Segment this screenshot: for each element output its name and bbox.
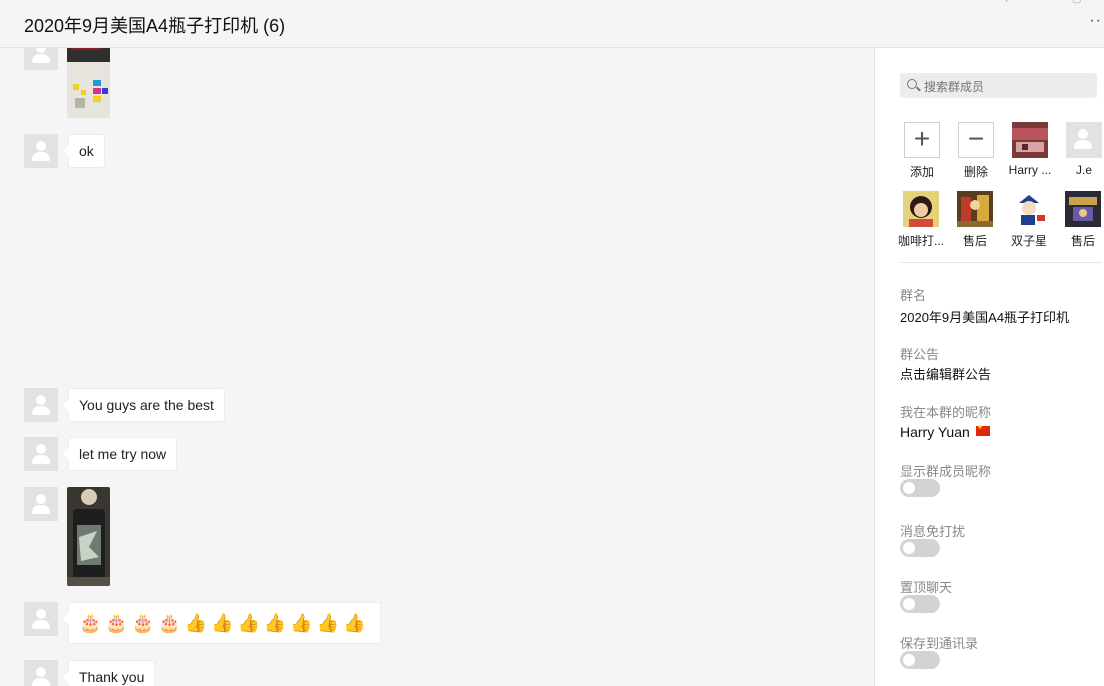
member-search-input[interactable] xyxy=(922,73,1096,100)
avatar[interactable] xyxy=(24,602,58,636)
my-nickname-label: 我在本群的昵称 xyxy=(900,405,992,420)
toggle-label: 保存到通讯录 xyxy=(900,636,979,651)
divider xyxy=(900,262,1102,263)
search-icon xyxy=(907,79,917,89)
emoji-sequence: 🎂🎂🎂🎂👍👍👍👍👍👍👍 xyxy=(79,613,370,633)
avatar xyxy=(1011,191,1047,227)
toggle-label: 显示群成员昵称 xyxy=(900,464,992,479)
message-row xyxy=(24,48,110,118)
member-label: Harry ... xyxy=(1008,163,1052,177)
china-flag-icon xyxy=(975,423,990,436)
title-bar: 2020年9月美国A4瓶子打印机 (6) ▾ — ▢ ·· xyxy=(0,0,1104,48)
message-row: You guys are the best xyxy=(24,388,225,422)
window-controls: ▾ — ▢ xyxy=(1004,0,1084,6)
my-nickname-row[interactable]: Harry Yuan xyxy=(900,423,990,440)
announcement-value[interactable]: 点击编辑群公告 xyxy=(900,364,991,383)
member-label: 添加 xyxy=(909,165,934,179)
toggle-label: 消息免打扰 xyxy=(900,524,966,539)
emoji-message[interactable]: 🎂🎂🎂🎂👍👍👍👍👍👍👍 xyxy=(63,602,381,644)
image-message[interactable] xyxy=(67,48,110,118)
member-label: J.e xyxy=(1075,163,1092,177)
more-options-icon[interactable]: ·· xyxy=(1089,12,1102,30)
member-coffee[interactable]: 咖啡打... xyxy=(894,191,948,249)
message-bubble[interactable]: You guys are the best xyxy=(63,388,225,422)
avatar[interactable] xyxy=(24,660,58,686)
remove-member-button[interactable]: − 删除 xyxy=(949,122,1003,180)
member-aftersales-1[interactable]: 售后 xyxy=(948,191,1002,249)
image-message[interactable] xyxy=(67,487,110,586)
save-to-contacts-toggle[interactable] xyxy=(900,651,940,669)
message-row xyxy=(24,487,110,586)
avatar xyxy=(903,191,939,227)
message-bubble[interactable]: Thank you xyxy=(62,660,156,686)
mute-notifications-toggle[interactable] xyxy=(900,539,940,557)
photo-thumbnail xyxy=(67,48,110,118)
announcement-label: 群公告 xyxy=(900,347,940,362)
message-bubble[interactable]: ok xyxy=(63,134,105,168)
avatar[interactable] xyxy=(24,437,58,471)
my-nickname-value: Harry Yuan xyxy=(900,424,970,440)
member-aftersales-2[interactable]: 售后 xyxy=(1056,191,1104,249)
member-label: 售后 xyxy=(962,234,987,248)
avatar[interactable] xyxy=(24,134,58,168)
minus-icon: − xyxy=(958,122,994,158)
group-name-value[interactable]: 2020年9月美国A4瓶子打印机 xyxy=(900,307,1069,326)
member-search-box[interactable] xyxy=(900,73,1097,100)
member-label: 删除 xyxy=(963,165,988,179)
avatar xyxy=(957,191,993,227)
pin-icon[interactable]: ▾ xyxy=(1004,0,1016,6)
member-label: 售后 xyxy=(1070,234,1095,248)
message-row: Thank you xyxy=(24,660,156,686)
member-label: 咖啡打... xyxy=(897,234,944,248)
member-label: 双子星 xyxy=(1010,234,1047,248)
chat-title: 2020年9月美国A4瓶子打印机 (6) xyxy=(24,16,286,36)
member-je[interactable]: J.e xyxy=(1057,122,1104,177)
minimize-icon[interactable]: — xyxy=(1038,0,1050,6)
avatar xyxy=(1065,191,1101,227)
plus-icon: + xyxy=(904,122,940,158)
group-name-label: 群名 xyxy=(900,288,927,303)
message-row: let me try now xyxy=(24,437,178,471)
message-row: 🎂🎂🎂🎂👍👍👍👍👍👍👍 xyxy=(24,602,381,644)
photo-thumbnail xyxy=(67,487,110,586)
avatar[interactable] xyxy=(24,487,58,521)
maximize-icon[interactable]: ▢ xyxy=(1072,0,1084,6)
add-member-button[interactable]: + 添加 xyxy=(895,122,949,180)
member-gemini[interactable]: 双子星 xyxy=(1002,191,1056,249)
avatar[interactable] xyxy=(24,48,58,70)
show-member-nicknames-toggle[interactable] xyxy=(900,479,940,497)
avatar[interactable] xyxy=(24,388,58,422)
member-harry[interactable]: Harry ... xyxy=(1003,122,1057,177)
pin-chat-toggle[interactable] xyxy=(900,595,940,613)
group-info-panel: + 添加 − 删除 Harry ... J.e xyxy=(874,48,1104,686)
avatar xyxy=(1012,122,1048,158)
default-avatar-icon xyxy=(1066,122,1102,158)
message-row: ok xyxy=(24,134,105,168)
chat-message-area[interactable]: ok You guys are the best let me try now … xyxy=(0,48,874,686)
toggle-label: 置顶聊天 xyxy=(900,580,953,595)
message-bubble[interactable]: let me try now xyxy=(62,437,178,471)
